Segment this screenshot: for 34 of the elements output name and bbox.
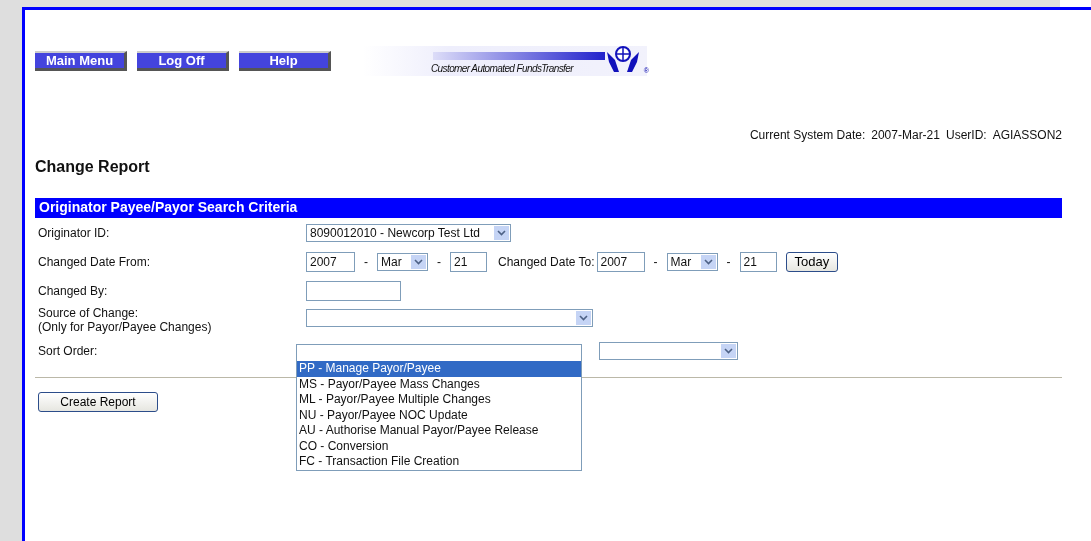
originator-select[interactable]: 8090012010 - Newcorp Test Ltd — [306, 223, 511, 242]
sort-select[interactable] — [599, 341, 738, 360]
date-label: Current System Date: — [749, 128, 866, 142]
year-field[interactable]: 2007 — [306, 251, 355, 272]
month-select[interactable]: Mar — [666, 252, 718, 271]
field-label: Changed Date From: — [38, 254, 152, 269]
date-separator: - — [364, 254, 368, 269]
changed-by-field[interactable] — [306, 280, 401, 301]
logo-tagline: Customer Automated FundsTransfer — [431, 63, 573, 74]
day-field[interactable]: 21 — [450, 251, 487, 272]
field-note: (Only for Payor/Payee Changes) — [38, 319, 213, 334]
system-date: 2007-Mar-21 — [871, 128, 940, 142]
today-button[interactable]: Today — [785, 251, 839, 272]
field-label: Sort Order: — [38, 343, 99, 358]
field-label: Source of Change: — [38, 305, 140, 320]
dropdown-option[interactable]: PP - Manage Payor/Payee — [297, 361, 581, 377]
day-field[interactable]: 21 — [739, 251, 777, 272]
date-separator: - — [726, 254, 731, 269]
nav-button[interactable]: Help — [239, 51, 331, 71]
year-field[interactable]: 2007 — [596, 251, 645, 272]
month-select[interactable]: Mar — [377, 252, 428, 271]
nav-button[interactable]: Main Menu — [35, 51, 127, 71]
user-id: AGIASSON2 — [992, 128, 1062, 142]
date-separator: - — [653, 254, 658, 269]
source-select[interactable] — [306, 308, 593, 327]
section-header: Originator Payee/Payor Search Criteria — [35, 198, 1062, 218]
field-label: Changed Date To: — [498, 254, 595, 269]
date-separator: - — [437, 254, 441, 269]
create-report-button[interactable]: Create Report — [38, 392, 158, 412]
nav-button[interactable]: Log Off — [137, 51, 229, 71]
page-title: Change Report — [35, 158, 151, 176]
field-label: Originator ID: — [38, 225, 111, 240]
user-label: UserID: — [945, 128, 987, 142]
field-label: Changed By: — [38, 283, 109, 298]
